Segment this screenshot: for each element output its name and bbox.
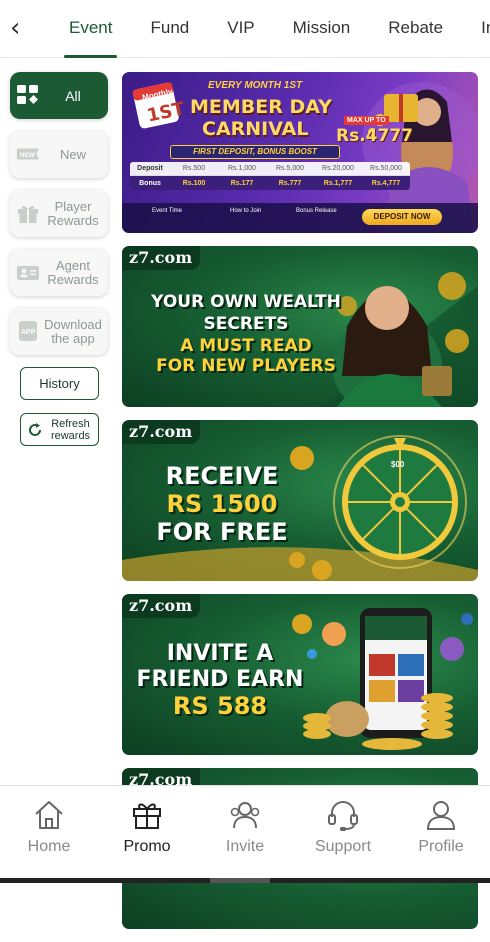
- svg-text:APP: APP: [21, 329, 36, 336]
- bonus-table: Deposit Rs.500 Rs.1,000 Rs.5,000 Rs.20,0…: [130, 162, 410, 190]
- sidebar-item-label: Agent Rewards: [42, 249, 104, 296]
- nav-label: Promo: [123, 838, 170, 856]
- sidebar-item-label: All: [42, 72, 104, 119]
- table-cell: Bonus: [130, 180, 170, 187]
- first-deposit-strip: FIRST DEPOSIT, BONUS BOOST: [170, 145, 340, 159]
- tab-vip[interactable]: VIP: [208, 0, 273, 58]
- headline-line-4: FOR NEW PLAYERS: [136, 358, 356, 376]
- nav-profile[interactable]: Profile: [392, 786, 490, 883]
- banner-wealth-secrets[interactable]: z7.com YOUR OWN WEALTH SECRETS A MUST RE…: [122, 246, 478, 407]
- table-cell: Rs.4,777: [362, 180, 410, 187]
- brand-logo: z7.com: [122, 246, 200, 270]
- deposit-now-button[interactable]: DEPOSIT NOW: [362, 209, 442, 225]
- table-cell: Rs.100: [170, 180, 218, 187]
- app-icon: APP: [16, 320, 40, 342]
- sidebar-item-new[interactable]: NEW New: [10, 131, 108, 178]
- sidebar-item-all[interactable]: All: [10, 72, 108, 119]
- nav-support[interactable]: Support: [294, 786, 392, 883]
- tab-int[interactable]: Int: [462, 0, 490, 58]
- carnival-title-2: CARNIVAL: [202, 118, 308, 140]
- headline-line-2: SECRETS: [136, 316, 356, 334]
- tab-mission[interactable]: Mission: [274, 0, 370, 58]
- tab-event[interactable]: Event: [50, 0, 131, 58]
- svg-text:NEW: NEW: [20, 152, 36, 159]
- home-indicator-bar: [0, 878, 490, 883]
- sidebar-item-label: Player Rewards: [42, 190, 104, 237]
- every-month-label: EVERY MONTH 1ST: [208, 80, 302, 91]
- headline-line-2: FRIEND EARN: [130, 668, 310, 691]
- history-button[interactable]: History: [20, 367, 99, 400]
- wheel-segment-label: $00: [391, 460, 404, 469]
- sidebar-item-label: New: [42, 131, 104, 178]
- banner-receive-free[interactable]: z7.com $00 RECEIVE RS 1500 FOR FREE: [122, 420, 478, 581]
- promo-sidebar: All NEW New Player Rewards Agent Rewards: [10, 72, 110, 446]
- headline-line-3: FOR FREE: [142, 520, 302, 545]
- nav-label: Support: [315, 838, 371, 856]
- sidebar-item-label: Download the app: [42, 308, 104, 355]
- bottom-nav: Home Promo Invite Support: [0, 785, 490, 883]
- table-cell: Rs.777: [266, 180, 314, 187]
- home-indicator[interactable]: [210, 878, 270, 883]
- table-cell: Rs.5,000: [266, 165, 314, 172]
- table-cell: Deposit: [130, 165, 170, 172]
- nav-label: Home: [28, 838, 71, 856]
- event-time-label: Event Time: [152, 208, 182, 214]
- top-nav: ‹ Event Fund VIP Mission Rebate Int: [0, 0, 490, 58]
- grid-icon: [16, 84, 40, 106]
- headline-line-1: RECEIVE: [142, 464, 302, 489]
- brand-logo: z7.com: [122, 420, 200, 444]
- tab-fund[interactable]: Fund: [131, 0, 208, 58]
- banner-invite-friend[interactable]: z7.com INVITE A FRIEND EARN RS 588: [122, 594, 478, 755]
- nav-home[interactable]: Home: [0, 786, 98, 883]
- headline-line-1: INVITE A: [130, 642, 310, 665]
- how-to-join-label: How to Join: [230, 208, 261, 214]
- nav-promo[interactable]: Promo: [98, 786, 196, 883]
- home-icon: [32, 798, 66, 832]
- banner-member-day[interactable]: Monthly 1ST EVERY MONTH 1ST MEMBER DAY C…: [122, 72, 478, 233]
- table-cell: Rs.50,000: [362, 165, 410, 172]
- headline-line-2: RS 1500: [142, 492, 302, 517]
- brand-logo: z7.com: [122, 594, 200, 618]
- nav-invite[interactable]: Invite: [196, 786, 294, 883]
- headline-line-1: YOUR OWN WEALTH: [136, 294, 356, 312]
- gift-icon: [130, 798, 164, 832]
- table-cell: Rs.1,777: [314, 180, 362, 187]
- max-amount: Rs.4777: [336, 126, 413, 146]
- refresh-rewards-button[interactable]: Refresh rewards: [20, 413, 99, 446]
- user-icon: [424, 798, 458, 832]
- carnival-title-1: MEMBER DAY: [190, 96, 332, 118]
- sidebar-item-player-rewards[interactable]: Player Rewards: [10, 190, 108, 237]
- back-icon[interactable]: ‹: [10, 14, 30, 42]
- refresh-icon: [27, 422, 43, 438]
- table-cell: Rs.1,000: [218, 165, 266, 172]
- headset-icon: [326, 798, 360, 832]
- bonus-release-label: Bonus Release: [296, 208, 337, 214]
- max-up-label: MAX UP TO: [344, 116, 389, 125]
- table-cell: Rs.177: [218, 180, 266, 187]
- invite-icon: [228, 798, 262, 832]
- nav-label: Invite: [226, 838, 264, 856]
- table-cell: Rs.500: [170, 165, 218, 172]
- sidebar-item-agent-rewards[interactable]: Agent Rewards: [10, 249, 108, 296]
- refresh-label: Refresh rewards: [43, 418, 98, 442]
- tab-rebate[interactable]: Rebate: [369, 0, 462, 58]
- category-tabs: Event Fund VIP Mission Rebate Int: [50, 0, 490, 58]
- headline-line-3: A MUST READ: [136, 338, 356, 356]
- deposit-row: Deposit Rs.500 Rs.1,000 Rs.5,000 Rs.20,0…: [130, 162, 410, 176]
- sidebar-item-download-app[interactable]: APP Download the app: [10, 308, 108, 355]
- bonus-row: Bonus Rs.100 Rs.177 Rs.777 Rs.1,777 Rs.4…: [130, 176, 410, 190]
- table-cell: Rs.20,000: [314, 165, 362, 172]
- new-badge-icon: NEW: [16, 143, 40, 165]
- nav-label: Profile: [418, 838, 463, 856]
- agent-icon: [16, 261, 40, 283]
- gift-icon: [16, 202, 40, 224]
- headline-line-3: RS 588: [130, 694, 310, 719]
